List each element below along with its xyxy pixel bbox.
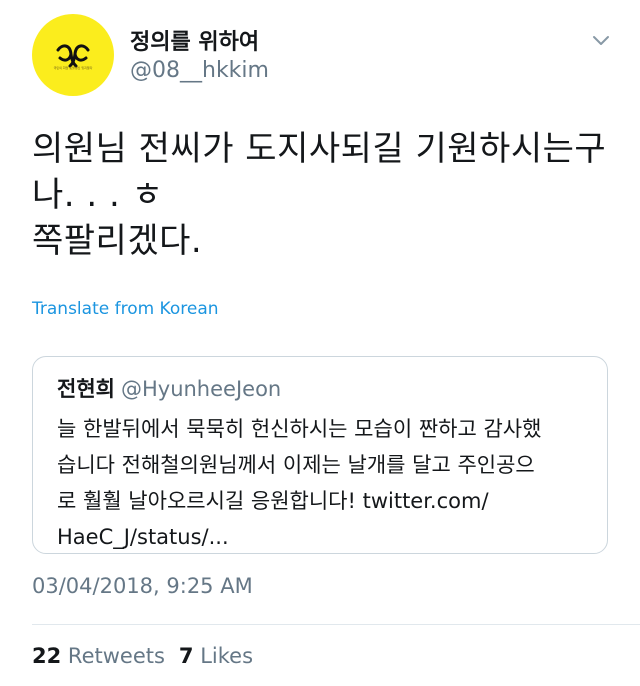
likes-stat[interactable]: 7 Likes — [179, 644, 253, 668]
translate-link[interactable]: Translate from Korean — [32, 299, 219, 319]
chevron-down-icon[interactable] — [590, 32, 612, 48]
quoted-tweet[interactable]: 전현희 @HyunheeJeon 늘 한발뒤에서 묵묵히 헌신하시는 모습이 짠하… — [32, 356, 608, 554]
retweets-count: 22 — [32, 644, 62, 668]
avatar[interactable]: 국민의 희망 촛불정신 잊지말자 — [32, 14, 114, 96]
tweet-text: 의원님 전씨가 도지사되길 기원하시는구 나. . . ㅎ 쪽팔리겠다. — [32, 129, 607, 261]
likes-count: 7 — [178, 644, 194, 668]
retweets-stat[interactable]: 22 Retweets — [32, 644, 165, 668]
user-handle[interactable]: @08__hkkim — [130, 58, 269, 83]
yellow-ribbon-icon — [56, 44, 90, 68]
display-name[interactable]: 정의를 위하여 — [130, 24, 259, 56]
tweet-header: 국민의 희망 촛불정신 잊지말자 정의를 위하여 @08__hkkim — [32, 14, 612, 102]
divider — [32, 624, 640, 625]
quoted-author-handle: @HyunheeJeon — [120, 377, 282, 401]
tweet-stats: 22 Retweets 7 Likes — [32, 644, 253, 668]
quoted-author-name: 전현희 — [57, 377, 115, 401]
likes-label: Likes — [200, 644, 254, 668]
avatar-caption: 국민의 희망 촛불정신 잊지말자 — [53, 66, 93, 70]
retweets-label: Retweets — [67, 644, 165, 668]
tweet-timestamp[interactable]: 03/04/2018, 9:25 AM — [32, 574, 253, 598]
tweet-detail: 국민의 희망 촛불정신 잊지말자 정의를 위하여 @08__hkkim 의원님 … — [0, 0, 640, 686]
quoted-tweet-text: 늘 한발뒤에서 묵묵히 헌신하시는 모습이 짠하고 감사했 습니다 전해철의원님… — [57, 417, 542, 549]
quoted-tweet-header: 전현희 @HyunheeJeon — [57, 373, 281, 403]
